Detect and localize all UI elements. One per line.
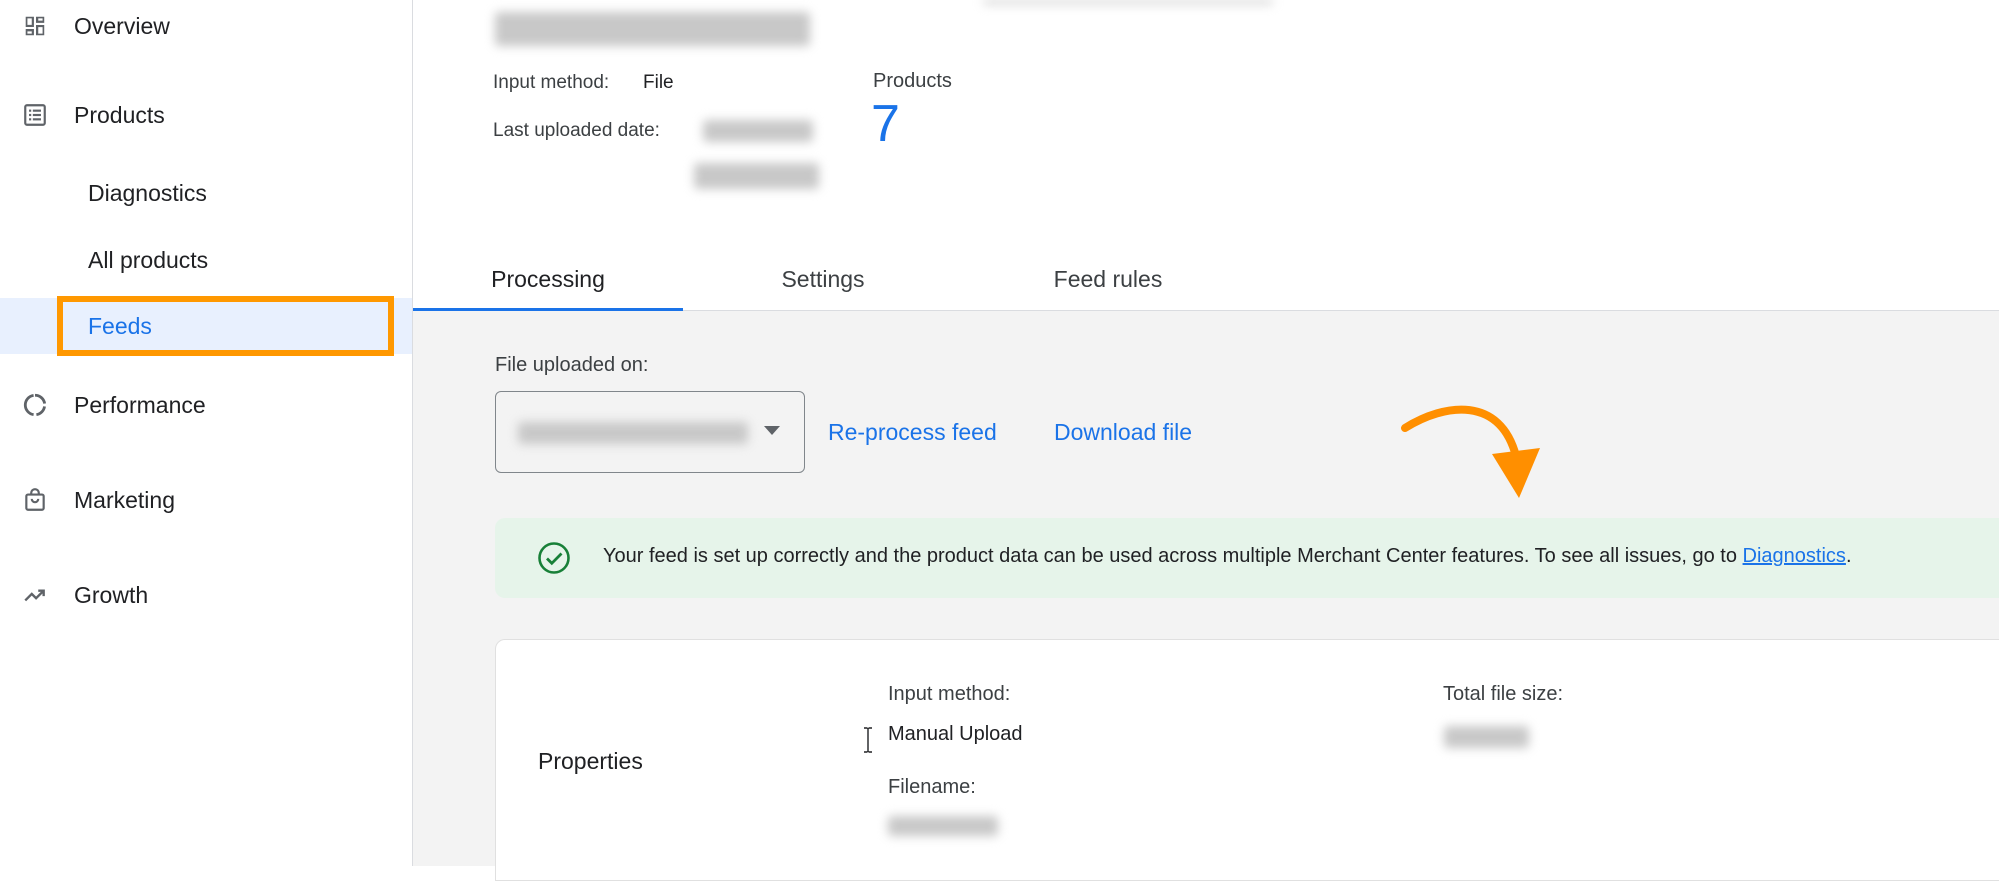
tab-feed-rules[interactable]: Feed rules xyxy=(963,248,1253,310)
merchant-center-app: Overview Products Diagnostics All produc… xyxy=(0,0,1999,881)
last-uploaded-label: Last uploaded date: xyxy=(493,120,660,141)
feed-tabs: Processing Settings Feed rules xyxy=(413,248,1999,311)
shopping-bag-icon xyxy=(22,487,48,513)
list-icon xyxy=(22,102,48,128)
properties-card: Properties Input method: Manual Upload F… xyxy=(495,639,1999,881)
sidebar-item-label: Overview xyxy=(74,12,170,39)
chevron-down-icon xyxy=(764,426,780,435)
properties-title: Properties xyxy=(538,748,643,774)
props-input-method-value: Manual Upload xyxy=(888,723,1023,745)
tab-processing[interactable]: Processing xyxy=(413,248,683,311)
processing-panel: File uploaded on: Re-process feed Downlo… xyxy=(413,311,1999,881)
props-total-size-label: Total file size: xyxy=(1443,683,1564,705)
sidebar-subitem-label: All products xyxy=(88,246,209,273)
input-method-label: Input method: xyxy=(493,72,610,93)
top-redacted-bar xyxy=(983,0,1273,4)
sidebar-item-feeds[interactable]: Feeds xyxy=(0,298,412,354)
last-uploaded-time-redacted xyxy=(694,163,819,189)
check-circle-icon xyxy=(537,541,571,575)
file-uploaded-select[interactable] xyxy=(495,391,805,473)
sidebar-item-label: Performance xyxy=(74,391,206,418)
performance-icon xyxy=(22,392,48,418)
products-count-label: Products xyxy=(873,70,952,92)
file-date-redacted xyxy=(518,422,748,444)
sidebar-item-overview[interactable]: Overview xyxy=(0,0,412,52)
trending-up-icon xyxy=(22,582,48,608)
props-input-method-label: Input method: xyxy=(888,683,1011,705)
products-count-value[interactable]: 7 xyxy=(871,98,900,150)
download-file-button[interactable]: Download file xyxy=(1054,419,1192,446)
total-size-redacted xyxy=(1444,726,1529,748)
sidebar-item-label: Products xyxy=(74,101,165,128)
sidebar-item-marketing[interactable]: Marketing xyxy=(0,474,412,526)
sidebar-item-growth[interactable]: Growth xyxy=(0,569,412,621)
sidebar: Overview Products Diagnostics All produc… xyxy=(0,0,413,866)
diagnostics-link[interactable]: Diagnostics xyxy=(1743,545,1846,567)
main-content: Input method: File Last uploaded date: P… xyxy=(413,0,1999,881)
sidebar-item-all-products[interactable]: All products xyxy=(0,232,412,288)
dashboard-icon xyxy=(22,13,48,39)
filename-redacted xyxy=(888,816,998,836)
last-uploaded-date-redacted xyxy=(703,120,813,142)
file-uploaded-label: File uploaded on: xyxy=(495,354,649,376)
reprocess-feed-button[interactable]: Re-process feed xyxy=(828,419,997,446)
success-message: Your feed is set up correctly and the pr… xyxy=(603,545,1852,568)
sidebar-subitem-label: Feeds xyxy=(88,312,152,339)
sidebar-item-label: Marketing xyxy=(74,486,175,513)
tab-settings[interactable]: Settings xyxy=(683,248,963,310)
sidebar-item-label: Growth xyxy=(74,581,149,608)
text-cursor-icon xyxy=(863,727,873,753)
props-filename-label: Filename: xyxy=(888,776,976,798)
success-banner: Your feed is set up correctly and the pr… xyxy=(495,518,1999,598)
sidebar-item-performance[interactable]: Performance xyxy=(0,379,412,431)
input-method-value: File xyxy=(643,72,674,93)
success-message-text: Your feed is set up correctly and the pr… xyxy=(603,545,1737,567)
success-message-suffix: . xyxy=(1845,545,1852,567)
sidebar-subitem-label: Diagnostics xyxy=(88,179,207,206)
sidebar-item-products[interactable]: Products xyxy=(0,89,412,141)
sidebar-item-diagnostics[interactable]: Diagnostics xyxy=(0,165,412,221)
feed-name-redacted xyxy=(495,12,810,46)
